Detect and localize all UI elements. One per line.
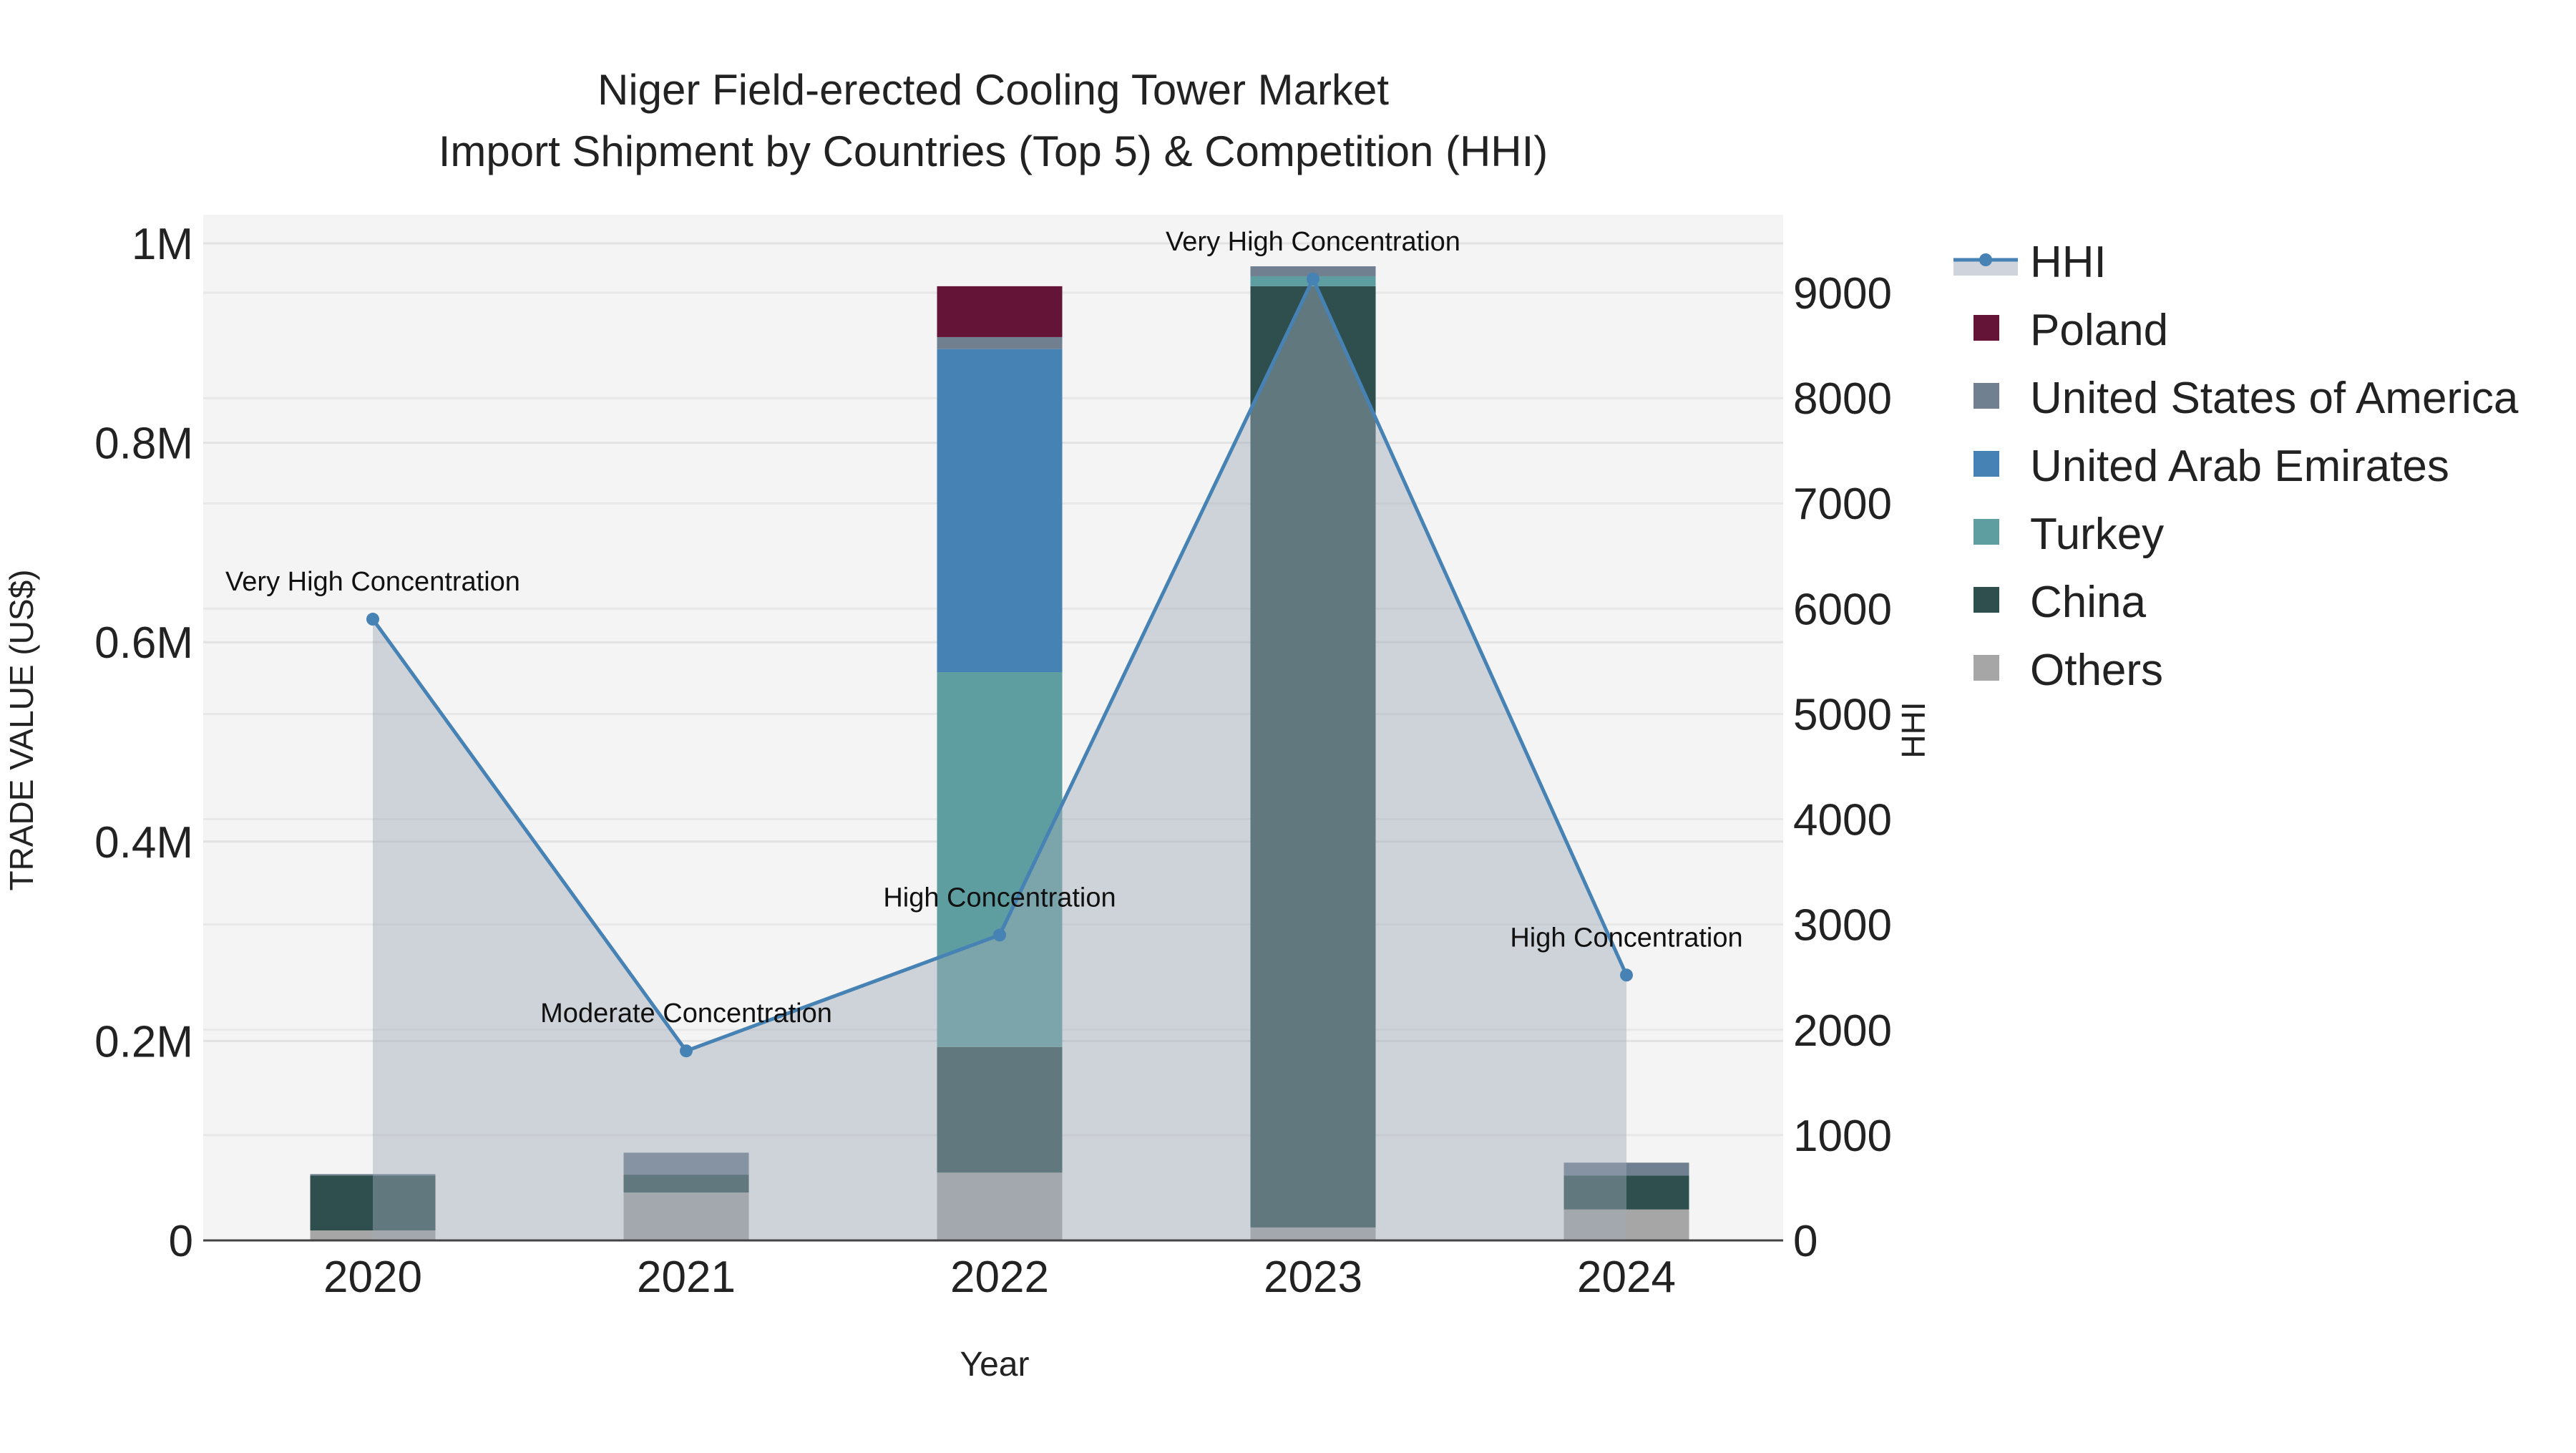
- y-tick-label: 0.8M: [94, 419, 193, 469]
- legend-label: United Arab Emirates: [2030, 442, 2449, 491]
- hhi-point: [1620, 968, 1633, 982]
- bar-segment-united-arab-emirates: [937, 349, 1063, 672]
- y-tick-label: 0.4M: [94, 818, 193, 868]
- bar-segment-united-states-of-america: [937, 336, 1063, 349]
- legend-label: Turkey: [2030, 510, 2164, 559]
- legend-swatch-united-arab-emirates: [1974, 451, 1999, 477]
- legend-hhi-marker: [1979, 253, 1992, 266]
- y2-tick-label: 8000: [1793, 374, 1892, 424]
- bar-segment-poland: [937, 286, 1063, 337]
- chart: 0 0.2M 0.4M 0.6M 0.8M 1M 0 1000 2000 3000 4000 5000…: [3, 66, 2519, 1384]
- legend-swatch-china: [1974, 587, 1999, 613]
- hhi-annotation: High Concentration: [1510, 923, 1742, 953]
- y2-tick-label: 4000: [1793, 796, 1892, 845]
- x-tick-label: 2020: [323, 1253, 422, 1302]
- y-axis-title: TRADE VALUE (US$): [3, 569, 40, 890]
- y2-tick-label: 3000: [1793, 901, 1892, 951]
- legend-swatch-turkey: [1974, 519, 1999, 545]
- hhi-annotation: Moderate Concentration: [540, 998, 832, 1029]
- hhi-annotation: High Concentration: [883, 883, 1116, 913]
- legend-label: Others: [2030, 646, 2163, 695]
- y2-tick-label: 9000: [1793, 269, 1892, 319]
- x-tick-label: 2023: [1264, 1253, 1362, 1302]
- y2-tick-label: 5000: [1793, 690, 1892, 739]
- y-tick-label: 0: [169, 1217, 193, 1266]
- chart-title-line1: Niger Field-erected Cooling Tower Market: [597, 66, 1389, 114]
- hhi-annotation: Very High Concentration: [1166, 227, 1460, 257]
- hhi-point: [366, 613, 379, 626]
- legend-label: China: [2030, 578, 2147, 627]
- y-tick-label: 1M: [132, 220, 193, 269]
- hhi-point: [993, 928, 1006, 942]
- legend-label: Poland: [2030, 306, 2168, 355]
- y2-tick-label: 2000: [1793, 1006, 1892, 1056]
- y2-tick-label: 6000: [1793, 585, 1892, 634]
- legend-swatch-others: [1974, 655, 1999, 681]
- y-tick-label: 0.6M: [94, 618, 193, 668]
- y2-tick-label: 1000: [1793, 1112, 1892, 1161]
- hhi-annotation: Very High Concentration: [225, 567, 520, 597]
- hhi-point: [680, 1044, 693, 1058]
- y2-tick-label: 7000: [1793, 480, 1892, 529]
- y-tick-label: 0.2M: [94, 1017, 193, 1066]
- legend-swatch-poland: [1974, 315, 1999, 341]
- legend-swatch-united-states-of-america: [1974, 383, 1999, 409]
- x-tick-label: 2022: [950, 1253, 1049, 1302]
- legend: HHI Poland United States of America United …: [1953, 238, 2519, 695]
- x-tick-label: 2024: [1577, 1253, 1676, 1302]
- y2-tick-label: 0: [1793, 1217, 1818, 1266]
- x-tick-label: 2021: [637, 1253, 736, 1302]
- y2-axis-title: HHI: [1895, 701, 1932, 758]
- legend-label: United States of America: [2030, 374, 2519, 423]
- hhi-point: [1307, 272, 1319, 286]
- x-axis-title: Year: [960, 1346, 1030, 1384]
- chart-title-line2: Import Shipment by Countries (Top 5) & C…: [439, 127, 1548, 175]
- legend-label: HHI: [2030, 238, 2107, 287]
